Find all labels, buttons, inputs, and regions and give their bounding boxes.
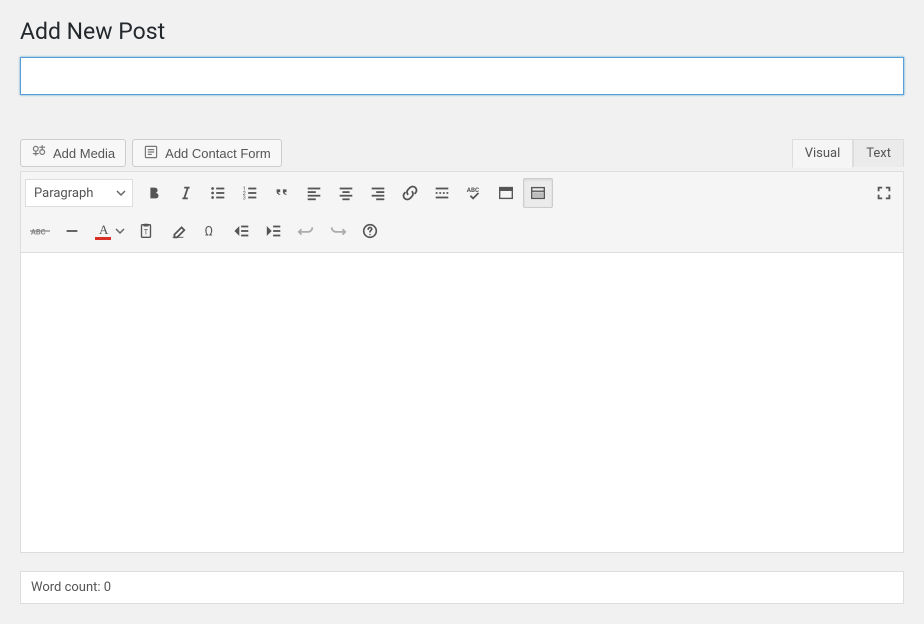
paste-text-icon: T (137, 222, 155, 240)
text-color-button[interactable]: A (89, 216, 129, 246)
svg-text:3: 3 (243, 195, 246, 201)
distraction-free-icon (497, 184, 515, 202)
media-icon (31, 144, 47, 163)
format-dropdown-label: Paragraph (34, 186, 93, 201)
paste-text-button[interactable]: T (131, 216, 161, 246)
word-count-label: Word count: (31, 580, 104, 595)
align-right-button[interactable] (363, 178, 393, 208)
align-right-icon (369, 184, 387, 202)
chevron-down-icon (115, 226, 125, 236)
add-media-label: Add Media (53, 146, 115, 161)
chevron-down-icon (116, 188, 126, 198)
page-title: Add New Post (20, 0, 904, 57)
align-center-icon (337, 184, 355, 202)
add-media-button[interactable]: Add Media (20, 139, 126, 167)
indent-button[interactable] (259, 216, 289, 246)
add-contact-form-label: Add Contact Form (165, 146, 271, 161)
editor-footer: Word count: 0 (20, 571, 904, 604)
tab-visual[interactable]: Visual (792, 139, 854, 168)
form-icon (143, 144, 159, 163)
horizontal-rule-button[interactable] (57, 216, 87, 246)
numbered-list-button[interactable]: 123 (235, 178, 265, 208)
toolbar-toggle-icon (529, 184, 547, 202)
tab-text[interactable]: Text (853, 139, 904, 167)
fullscreen-icon (875, 184, 893, 202)
distraction-free-button[interactable] (491, 178, 521, 208)
spellcheck-button[interactable]: ABC (459, 178, 489, 208)
indent-icon (265, 222, 283, 240)
bold-button[interactable] (139, 178, 169, 208)
blockquote-button[interactable] (267, 178, 297, 208)
align-center-button[interactable] (331, 178, 361, 208)
align-left-button[interactable] (299, 178, 329, 208)
undo-icon (297, 222, 315, 240)
clear-formatting-button[interactable] (163, 216, 193, 246)
spellcheck-icon: ABC (465, 184, 483, 202)
insert-more-button[interactable] (427, 178, 457, 208)
help-icon (361, 222, 379, 240)
clear-formatting-icon (169, 222, 187, 240)
toolbar-toggle-button[interactable] (523, 178, 553, 208)
strikethrough-icon: ABC (30, 224, 50, 238)
strikethrough-button[interactable]: ABC (25, 216, 55, 246)
help-button[interactable] (355, 216, 385, 246)
link-icon (401, 184, 419, 202)
blockquote-icon (273, 184, 291, 202)
svg-text:Ω: Ω (205, 225, 213, 240)
word-count-value: 0 (104, 580, 111, 595)
italic-button[interactable] (171, 178, 201, 208)
text-color-icon: A (96, 222, 110, 236)
undo-button[interactable] (291, 216, 321, 246)
fullscreen-button[interactable] (869, 178, 899, 208)
format-dropdown[interactable]: Paragraph (25, 179, 133, 207)
redo-button[interactable] (323, 216, 353, 246)
editor-content-area[interactable] (20, 253, 904, 553)
special-character-button[interactable]: Ω (195, 216, 225, 246)
insert-link-button[interactable] (395, 178, 425, 208)
post-title-input[interactable] (20, 57, 904, 95)
editor-toolbar: Paragraph 123 (20, 171, 904, 253)
redo-icon (329, 222, 347, 240)
align-left-icon (305, 184, 323, 202)
svg-text:ABC: ABC (467, 186, 479, 194)
read-more-icon (433, 184, 451, 202)
outdent-button[interactable] (227, 216, 257, 246)
bullet-list-button[interactable] (203, 178, 233, 208)
text-color-swatch (95, 237, 111, 240)
numbered-list-icon: 123 (241, 184, 259, 202)
bullet-list-icon (209, 184, 227, 202)
svg-text:T: T (144, 228, 149, 237)
bold-icon (145, 184, 163, 202)
horizontal-rule-icon (63, 222, 81, 240)
svg-text:A: A (99, 222, 109, 236)
italic-icon (177, 184, 195, 202)
outdent-icon (233, 222, 251, 240)
add-contact-form-button[interactable]: Add Contact Form (132, 139, 282, 167)
svg-text:ABC: ABC (31, 227, 46, 236)
omega-icon: Ω (201, 222, 219, 240)
